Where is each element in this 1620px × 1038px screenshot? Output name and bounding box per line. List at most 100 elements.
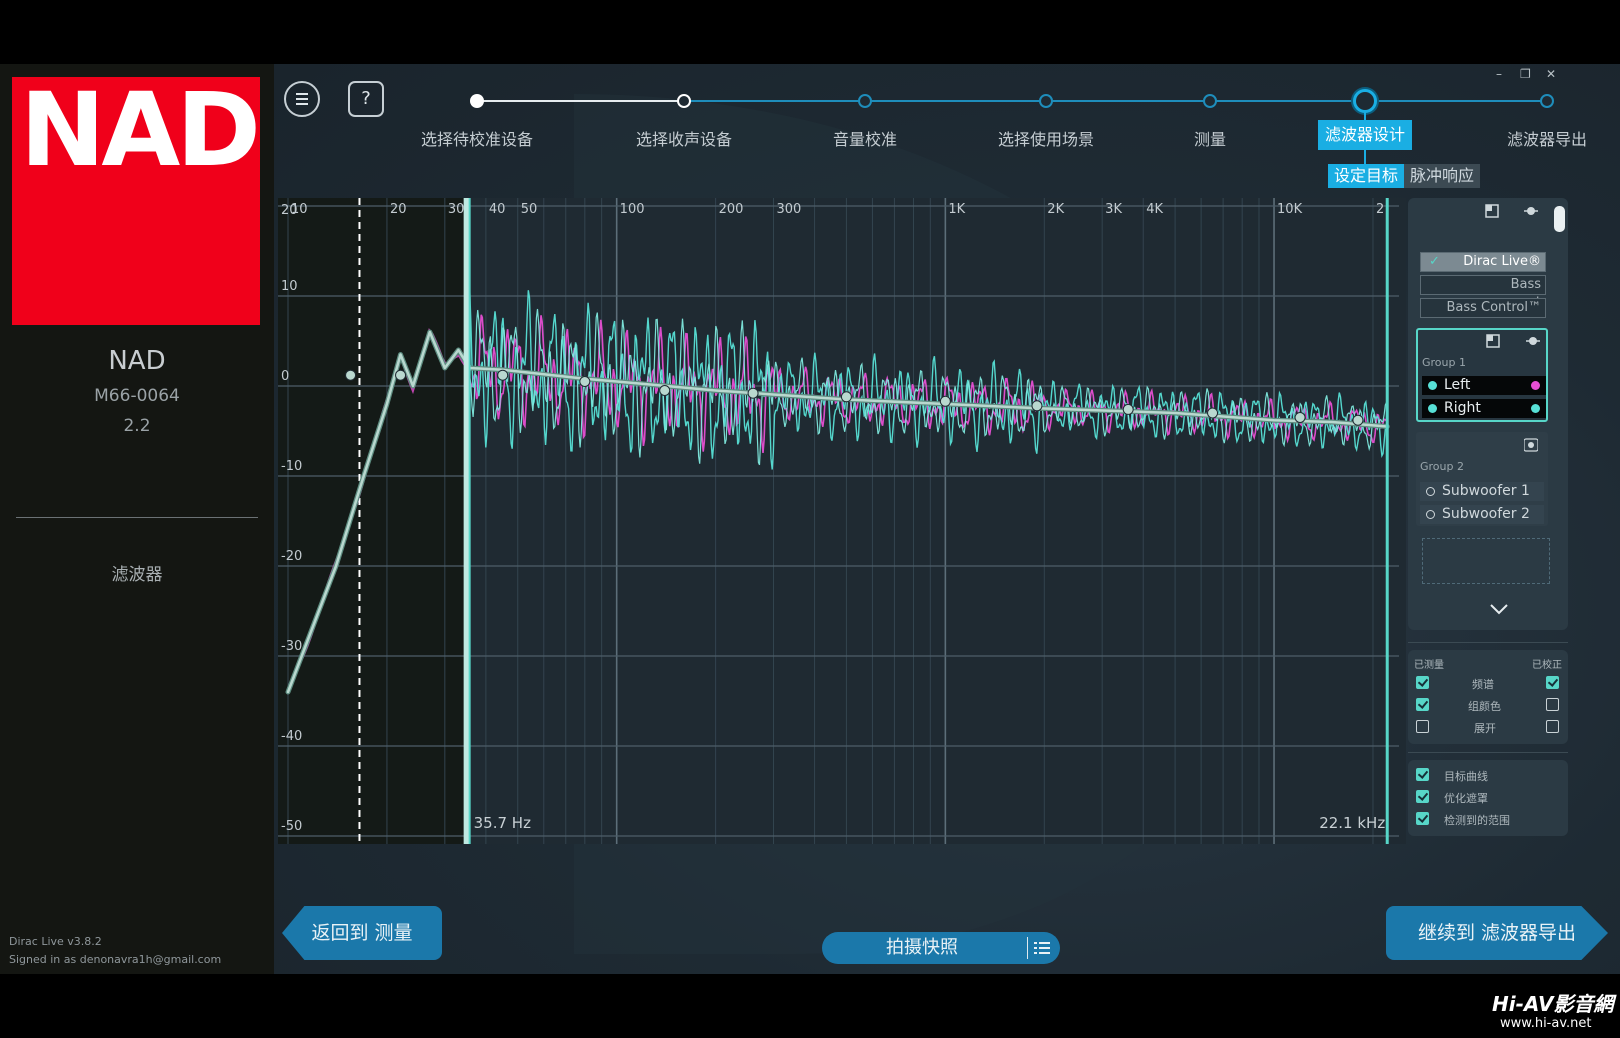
chart-svg[interactable]: 10 20 30 40 50 100 200 300 1K 2K 3K 4K 10K 2 20100-10… <box>278 198 1406 844</box>
step-label-7[interactable]: 滤波器导出 <box>1507 126 1587 150</box>
signed-in-user: Signed in as denonavra1h@gmail.com <box>9 953 222 966</box>
back-button[interactable]: 返回到 测量 <box>282 906 442 960</box>
mode-bass-control-button[interactable]: Bass Control™ <box>1420 298 1546 318</box>
step-dot-4[interactable] <box>1039 94 1053 108</box>
minimize-button[interactable]: – <box>1496 67 1502 81</box>
subtab-connector <box>1364 150 1366 164</box>
step-dot-6-active[interactable] <box>1353 89 1377 113</box>
step-dot-5[interactable] <box>1203 94 1217 108</box>
panel-scrollbar[interactable] <box>1554 206 1565 232</box>
y-tick-label: -40 <box>281 729 302 744</box>
x-tick-label: 10K <box>1277 202 1303 217</box>
step-label-2[interactable]: 选择收声设备 <box>636 126 732 150</box>
target-control-point <box>1207 407 1219 419</box>
x-tick-label: 50 <box>521 202 538 217</box>
target-control-point <box>345 369 357 381</box>
opt-expand-measured[interactable] <box>1416 720 1429 733</box>
x-tick-label: 20 <box>390 202 407 217</box>
sidebar-divider <box>16 517 258 518</box>
channel-left[interactable]: Left <box>1422 376 1546 395</box>
mode-dirac-live-label: Dirac Live® <box>1463 254 1541 269</box>
right-panel: ✓ Dirac Live® Bass management Bass Contro… <box>1408 198 1584 844</box>
target-control-point <box>747 387 759 399</box>
display-options: 已测量 已校正 频谱 组颜色 展开 <box>1408 650 1568 744</box>
y-tick-label: -30 <box>281 639 302 654</box>
group1-title: Group 1 <box>1422 356 1466 369</box>
low-limit-label: 35.7 Hz <box>474 814 531 832</box>
opt-group-color-corrected[interactable] <box>1546 698 1559 711</box>
high-limit-label: 22.1 kHz <box>1319 814 1385 832</box>
opt-spectrum-label: 频谱 <box>1472 678 1494 691</box>
channel-subwoofer-2[interactable]: Subwoofer 2 <box>1420 505 1544 524</box>
y-tick-label: -10 <box>281 459 302 474</box>
panel-divider-2 <box>1408 752 1568 753</box>
step-dot-2[interactable] <box>677 94 691 108</box>
opt-group-color-label: 组颜色 <box>1468 700 1501 713</box>
x-tick-label: 2K <box>1047 202 1064 217</box>
layer-detected-range-checkbox[interactable] <box>1416 812 1429 825</box>
target-control-point <box>1352 414 1364 426</box>
opt-spectrum-measured[interactable] <box>1416 676 1429 689</box>
menu-button[interactable] <box>284 81 320 117</box>
channel-left-dot <box>1428 381 1437 390</box>
group1-solo-icon[interactable] <box>1526 334 1540 348</box>
brand-logo: NAD <box>12 71 261 325</box>
snapshot-button[interactable]: 拍摄快照 <box>822 932 1060 964</box>
restore-button[interactable]: ❐ <box>1520 67 1531 81</box>
step-dot-1[interactable] <box>470 94 484 108</box>
menu-icon <box>296 93 308 95</box>
layer-opt-mask-checkbox[interactable] <box>1416 790 1429 803</box>
sidebar-section-label: 滤波器 <box>111 565 163 585</box>
snapshot-list-icon[interactable] <box>1034 941 1050 955</box>
group2-solo-icon[interactable] <box>1524 438 1538 452</box>
x-tick-label: 30 <box>448 202 465 217</box>
logo-text: NAD <box>20 71 261 190</box>
top-letterbox <box>0 0 1620 64</box>
step-label-3[interactable]: 音量校准 <box>833 126 897 150</box>
step-label-5[interactable]: 测量 <box>1194 126 1226 150</box>
snapshot-label: 拍摄快照 <box>886 937 958 958</box>
group1-layout-icon[interactable] <box>1486 334 1500 348</box>
layer-opt-mask-label: 优化遮罩 <box>1444 792 1488 805</box>
channel-sub1-label: Subwoofer 1 <box>1442 483 1530 499</box>
chevron-down-icon[interactable] <box>1488 602 1510 616</box>
opt-expand-corrected[interactable] <box>1546 720 1559 733</box>
sidebar: NAD NAD M66-0064 2.2 滤波器 Dirac Live v3.8… <box>0 64 274 974</box>
opt-group-color-measured[interactable] <box>1416 698 1429 711</box>
progress-line-done <box>477 100 684 102</box>
empty-group-slot <box>1422 538 1550 584</box>
main-area: – ❐ ✕ ? 选择待校准设备 选择收声设备 音量校准 选择使用场景 测量 滤波… <box>274 64 1620 974</box>
channel-subwoofer-1[interactable]: Subwoofer 1 <box>1420 482 1544 501</box>
help-button[interactable]: ? <box>348 81 384 117</box>
channel-right-dot <box>1428 404 1437 413</box>
layout-icon[interactable] <box>1485 204 1499 218</box>
x-tick-label: 1K <box>948 202 965 217</box>
mode-dirac-live-button[interactable]: ✓ Dirac Live® <box>1420 252 1546 272</box>
x-tick-label: 100 <box>620 202 645 217</box>
step-label-6-active[interactable]: 滤波器设计 <box>1317 120 1413 150</box>
channel-right-color <box>1531 404 1540 413</box>
group-1[interactable]: Group 1 Left Right <box>1416 328 1548 422</box>
close-button[interactable]: ✕ <box>1546 67 1556 81</box>
layer-target-curve-checkbox[interactable] <box>1416 768 1429 781</box>
device-version: 2.2 <box>123 416 151 436</box>
next-button[interactable]: 继续到 滤波器导出 <box>1386 906 1608 960</box>
solo-icon[interactable] <box>1524 204 1538 218</box>
frequency-response-chart[interactable]: 10 20 30 40 50 100 200 300 1K 2K 3K 4K 10K 2 20 10 0 -10… <box>278 198 1406 844</box>
watermark-brand: Hi-AV影音網 <box>1492 992 1614 1016</box>
opt-spectrum-corrected[interactable] <box>1546 676 1559 689</box>
step-label-4[interactable]: 选择使用场景 <box>998 126 1094 150</box>
step-dot-7[interactable] <box>1540 94 1554 108</box>
group-2[interactable]: Group 2 Subwoofer 1 Subwoofer 2 <box>1416 432 1548 526</box>
step-label-1[interactable]: 选择待校准设备 <box>421 126 533 150</box>
x-tick-label: 300 <box>776 202 801 217</box>
y-tick-label: 0 <box>281 369 289 384</box>
channel-right[interactable]: Right <box>1422 399 1546 418</box>
layer-detected-range-label: 检测到的范围 <box>1444 814 1510 827</box>
step-dot-3[interactable] <box>858 94 872 108</box>
tab-target[interactable]: 设定目标 <box>1328 164 1405 188</box>
y-tick-label: -50 <box>281 819 302 834</box>
tab-impulse[interactable]: 脉冲响应 <box>1404 164 1481 188</box>
target-control-point <box>1122 403 1134 415</box>
mode-bass-management-button[interactable]: Bass management <box>1420 275 1546 310</box>
